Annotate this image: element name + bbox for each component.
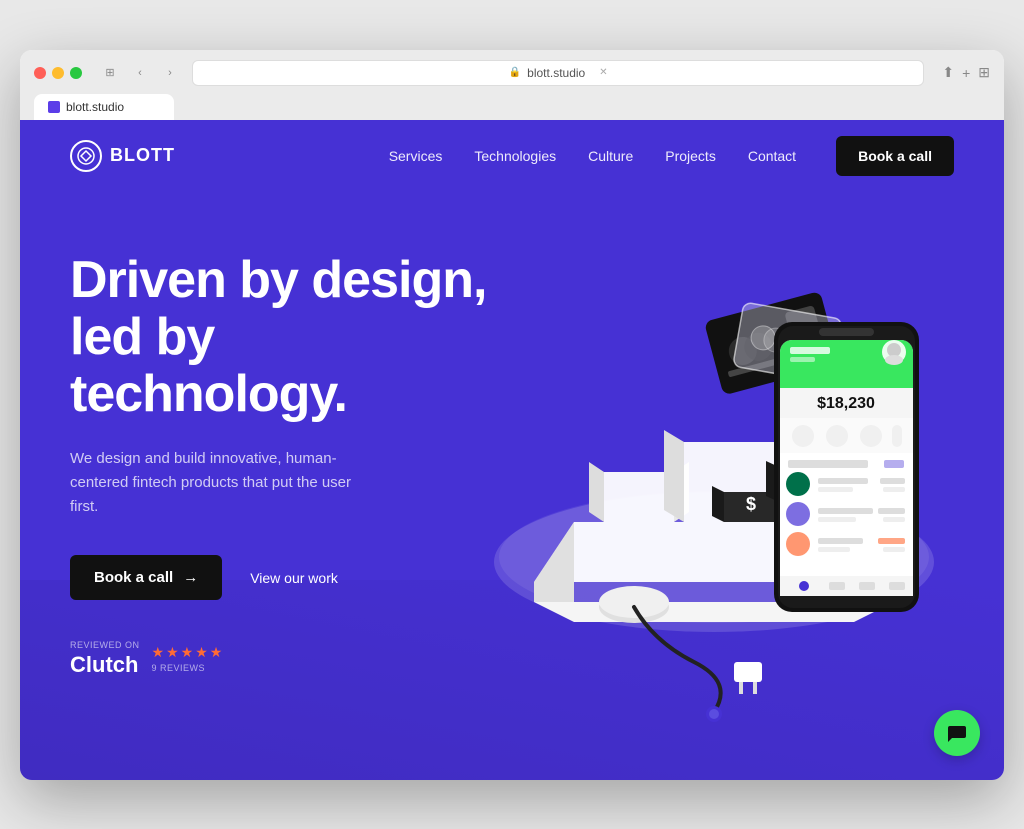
forward-button[interactable]: ›: [158, 63, 182, 83]
fintech-illustration: $ %: [454, 212, 974, 780]
tab-bar: blott.studio: [20, 94, 1004, 120]
nav-services[interactable]: Services: [389, 148, 443, 164]
star-5: ★: [210, 644, 223, 661]
clutch-section: REVIEWED ON Clutch ★ ★ ★ ★ ★ 9 REVIEWS: [70, 640, 490, 678]
hero-section: Driven by design, led by technology. We …: [20, 192, 1004, 738]
clutch-name: Clutch: [70, 652, 140, 678]
hero-headline-line2: led by technology.: [70, 308, 347, 423]
svg-text:$18,230: $18,230: [817, 395, 875, 412]
hero-buttons: Book a call → View our work: [70, 555, 490, 600]
star-2: ★: [166, 644, 179, 661]
nav-book-call-button[interactable]: Book a call: [836, 136, 954, 176]
logo[interactable]: BLOTT: [70, 140, 175, 172]
clutch-reviews: 9 REVIEWS: [152, 663, 223, 673]
maximize-traffic-light[interactable]: [70, 67, 82, 79]
hero-headline: Driven by design, led by technology.: [70, 252, 490, 424]
logo-icon: [70, 140, 102, 172]
hero-headline-line1: Driven by design,: [70, 251, 486, 309]
hero-content: Driven by design, led by technology. We …: [70, 252, 490, 678]
new-tab-icon[interactable]: +: [962, 65, 970, 81]
share-icon[interactable]: ⬆: [942, 64, 954, 81]
hero-book-call-button[interactable]: Book a call →: [70, 555, 222, 600]
hero-subtext: We design and build innovative, human-ce…: [70, 447, 370, 519]
clutch-reviewed-on: REVIEWED ON: [70, 640, 140, 652]
star-3: ★: [181, 644, 194, 661]
chat-button[interactable]: [934, 710, 980, 756]
browser-chrome: ⊞ ‹ › 🔒 blott.studio ✕ ⬆ + ⊞: [20, 50, 1004, 94]
clutch-stars: ★ ★ ★ ★ ★: [152, 644, 223, 661]
hero-illustration: $ %: [454, 212, 974, 780]
minimize-traffic-light[interactable]: [52, 67, 64, 79]
hero-view-work-link[interactable]: View our work: [250, 570, 338, 586]
nav-contact[interactable]: Contact: [748, 148, 796, 164]
close-tab-btn[interactable]: ✕: [599, 67, 607, 78]
nav-technologies[interactable]: Technologies: [474, 148, 556, 164]
chat-icon: [946, 722, 968, 744]
logo-text: BLOTT: [110, 145, 175, 166]
arrow-icon: →: [183, 569, 198, 586]
browser-window: ⊞ ‹ › 🔒 blott.studio ✕ ⬆ + ⊞ blott.studi…: [20, 50, 1004, 780]
nav-links: Services Technologies Culture Projects C…: [389, 148, 804, 164]
svg-text:$: $: [746, 494, 756, 514]
sidebar-toggle-button[interactable]: ⊞: [98, 63, 122, 83]
hero-book-call-label: Book a call: [94, 569, 173, 586]
tabs-grid-icon[interactable]: ⊞: [978, 64, 990, 81]
traffic-lights: [34, 67, 82, 79]
lock-icon: 🔒: [509, 67, 521, 78]
tab-favicon: [48, 101, 60, 113]
nav-culture[interactable]: Culture: [588, 148, 633, 164]
star-4: ★: [195, 644, 208, 661]
tab-label: blott.studio: [66, 100, 124, 114]
browser-actions: ⬆ + ⊞: [942, 64, 990, 81]
active-tab[interactable]: blott.studio: [34, 94, 174, 120]
close-traffic-light[interactable]: [34, 67, 46, 79]
browser-controls: ⊞ ‹ ›: [98, 63, 182, 83]
nav-projects[interactable]: Projects: [665, 148, 716, 164]
website-content: BLOTT Services Technologies Culture Proj…: [20, 120, 1004, 780]
clutch-rating: ★ ★ ★ ★ ★ 9 REVIEWS: [152, 644, 223, 673]
navigation: BLOTT Services Technologies Culture Proj…: [20, 120, 1004, 192]
address-bar[interactable]: 🔒 blott.studio ✕: [192, 60, 924, 86]
back-button[interactable]: ‹: [128, 63, 152, 83]
star-1: ★: [152, 644, 165, 661]
url-text: blott.studio: [527, 66, 585, 80]
clutch-info: REVIEWED ON Clutch: [70, 640, 140, 678]
